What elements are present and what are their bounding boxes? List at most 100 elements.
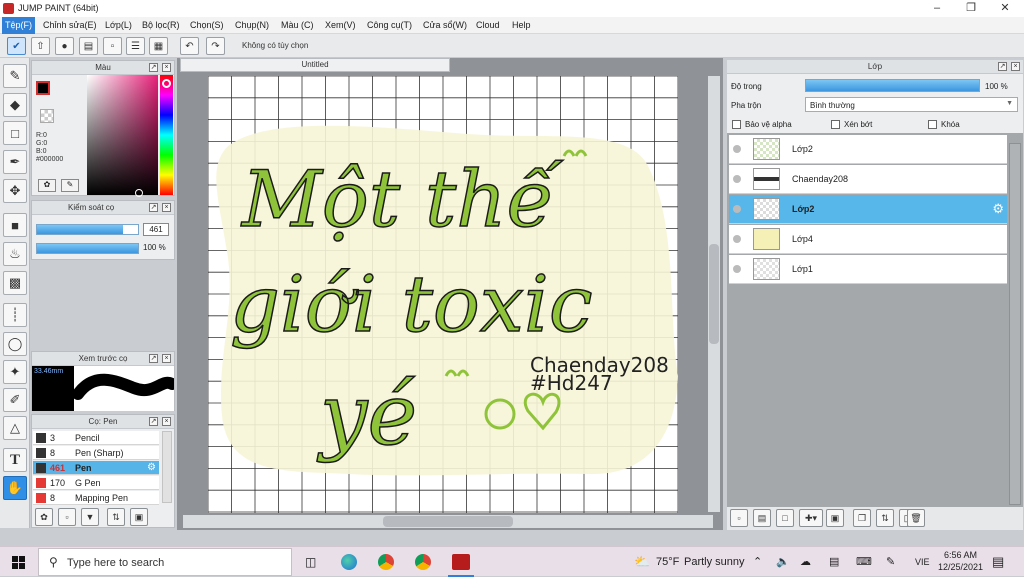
maximize-button[interactable]: ❐ — [954, 0, 988, 17]
panel-close-icon[interactable]: × — [162, 63, 171, 72]
brush-list-item[interactable]: 3 Pencil — [33, 431, 159, 445]
panel-detach-icon[interactable]: ↗ — [149, 63, 158, 72]
menu-edit[interactable]: Chỉnh sửa(E) — [43, 20, 97, 30]
menu-capture[interactable]: Chụp(N) — [235, 20, 269, 30]
layer-row[interactable]: Chaenday208 — [729, 165, 1007, 194]
panel-detach-icon[interactable]: ↗ — [149, 203, 158, 212]
weather-text[interactable]: Partly sunny — [684, 556, 745, 568]
layer-row[interactable]: Lớp2 — [729, 135, 1007, 164]
windows-start-icon[interactable] — [12, 556, 25, 569]
layer-row[interactable]: Lớp1 — [729, 255, 1007, 284]
menu-view[interactable]: Xem(V) — [325, 20, 356, 30]
folder-icon[interactable]: ▣ — [826, 509, 844, 527]
eraser-tool-icon[interactable]: ◆ — [3, 93, 27, 117]
jump-paint-taskbar-icon[interactable] — [452, 554, 470, 570]
new-layer-1bit-icon[interactable]: □ — [776, 509, 794, 527]
brush-list-item[interactable]: 170 G Pen — [33, 476, 159, 490]
brush-list-item[interactable]: 461 Pen ⚙ — [33, 461, 159, 475]
panel-detach-icon[interactable]: ↗ — [149, 354, 158, 363]
notification-icon[interactable]: ▤ — [992, 554, 1004, 570]
menu-color[interactable]: Màu (C) — [281, 20, 314, 30]
chevron-up-icon[interactable]: ⌃ — [753, 555, 762, 568]
panel-close-icon[interactable]: × — [162, 203, 171, 212]
panel-close-icon[interactable]: × — [162, 417, 171, 426]
layer-visibility-icon[interactable] — [733, 265, 741, 273]
fill-rect-tool-icon[interactable]: ■ — [3, 213, 27, 237]
new-layer-8bit-icon[interactable]: ▤ — [753, 509, 771, 527]
chrome-icon[interactable] — [378, 554, 394, 570]
chrome-icon-2[interactable] — [415, 554, 431, 570]
brush-size-value[interactable]: 461 — [143, 223, 169, 236]
close-button[interactable]: ✕ — [988, 0, 1022, 17]
lock-checkbox[interactable] — [928, 120, 937, 129]
language-indicator[interactable]: VIE — [915, 557, 930, 567]
document-tab[interactable]: Untitled — [180, 58, 450, 72]
brush-folder-icon[interactable]: ▣ — [130, 508, 148, 526]
drawing-canvas[interactable]: Một thế giới toxic yé Chaenday208 #Hd247 — [208, 76, 678, 513]
new-brush-icon[interactable]: ▫ — [58, 508, 76, 526]
layer-row[interactable]: Lớp2 ⚙ — [729, 195, 1007, 224]
color-picker-marker[interactable] — [135, 189, 143, 197]
layer-row[interactable]: Lớp4 — [729, 225, 1007, 254]
brush-list-scrollbar[interactable] — [162, 431, 172, 503]
horizontal-scroll-thumb[interactable] — [383, 516, 513, 527]
panel-detach-icon[interactable]: ↗ — [998, 62, 1007, 71]
gear-icon[interactable]: ⚙ — [992, 201, 1004, 217]
gear-icon[interactable]: ⚙ — [147, 462, 156, 473]
canvas-horizontal-scrollbar[interactable] — [183, 515, 713, 528]
text-tool-icon[interactable]: T — [3, 448, 27, 472]
gradient-tool-icon[interactable]: ▩ — [3, 271, 27, 295]
clock-date[interactable]: 12/25/2021 — [938, 562, 983, 572]
hue-slider[interactable] — [160, 75, 173, 195]
brush-list-item[interactable]: 8 Pen (Sharp) — [33, 446, 159, 460]
network-icon[interactable]: ▤ — [829, 555, 839, 568]
blend-mode-select[interactable]: Bình thường ▼ — [805, 97, 1018, 112]
layer-visibility-icon[interactable] — [733, 205, 741, 213]
comment-icon[interactable]: ● — [55, 37, 74, 55]
lasso-icon[interactable]: ◯ — [3, 332, 27, 356]
protect-alpha-checkbox[interactable] — [732, 120, 741, 129]
brush-menu-icon[interactable]: ▼ — [81, 508, 99, 526]
color-saturation-square[interactable] — [87, 75, 158, 197]
task-view-icon[interactable]: ◫ — [305, 555, 316, 569]
menu-layer[interactable]: Lớp(L) — [105, 20, 132, 30]
move-tool-icon[interactable]: ✥ — [3, 179, 27, 203]
layer-add-menu-icon[interactable]: ✚▾ — [799, 509, 823, 527]
pen-input-icon[interactable]: ✎ — [886, 555, 895, 568]
layer-visibility-icon[interactable] — [733, 175, 741, 183]
menu-window[interactable]: Cửa sổ(W) — [423, 20, 467, 30]
new-layer-icon[interactable]: ▫ — [730, 509, 748, 527]
bucket-tool-icon[interactable]: ♨ — [3, 242, 27, 266]
hue-marker[interactable] — [162, 79, 171, 88]
volume-icon[interactable]: 🔈 — [776, 555, 790, 568]
grid-icon[interactable]: ▦ — [149, 37, 168, 55]
menu-select[interactable]: Chọn(S) — [190, 20, 224, 30]
brush-opacity-slider[interactable] — [36, 243, 139, 254]
layer-visibility-icon[interactable] — [733, 145, 741, 153]
delete-layer-icon[interactable]: 🗑 — [907, 509, 925, 527]
layer-opacity-slider[interactable] — [805, 79, 980, 92]
hand-tool-icon[interactable]: ✋ — [3, 476, 27, 500]
menu-help[interactable]: Help — [512, 20, 531, 30]
redo-icon[interactable]: ↷ — [206, 37, 225, 55]
main-color-swatch[interactable] — [36, 81, 50, 95]
panel-close-icon[interactable]: × — [162, 354, 171, 363]
taskbar-search-box[interactable]: ⚲ Type here to search — [38, 548, 292, 576]
brush-tool-icon[interactable]: ✎ — [3, 64, 27, 88]
transparent-color-swatch[interactable] — [40, 109, 54, 123]
weather-icon[interactable]: ⛅ — [634, 554, 650, 570]
duplicate-layer-icon[interactable]: ❐ — [853, 509, 871, 527]
layer-visibility-icon[interactable] — [733, 235, 741, 243]
keyboard-icon[interactable]: ⌨ — [856, 555, 872, 568]
message-icon[interactable]: ▤ — [79, 37, 98, 55]
brush-import-icon[interactable]: ⇅ — [107, 508, 125, 526]
brush-list-item[interactable]: 8 Mapping Pen — [33, 491, 159, 505]
select-eraser-icon[interactable]: △ — [3, 416, 27, 440]
brush-size-slider[interactable] — [36, 224, 139, 235]
clipping-checkbox[interactable] — [831, 120, 840, 129]
magic-wand-icon[interactable]: ✦ — [3, 360, 27, 384]
rect-tool-icon[interactable]: □ — [3, 121, 27, 145]
weather-temp[interactable]: 75°F — [656, 556, 679, 568]
select-pen-icon[interactable]: ✐ — [3, 388, 27, 412]
panel-detach-icon[interactable]: ↗ — [149, 417, 158, 426]
